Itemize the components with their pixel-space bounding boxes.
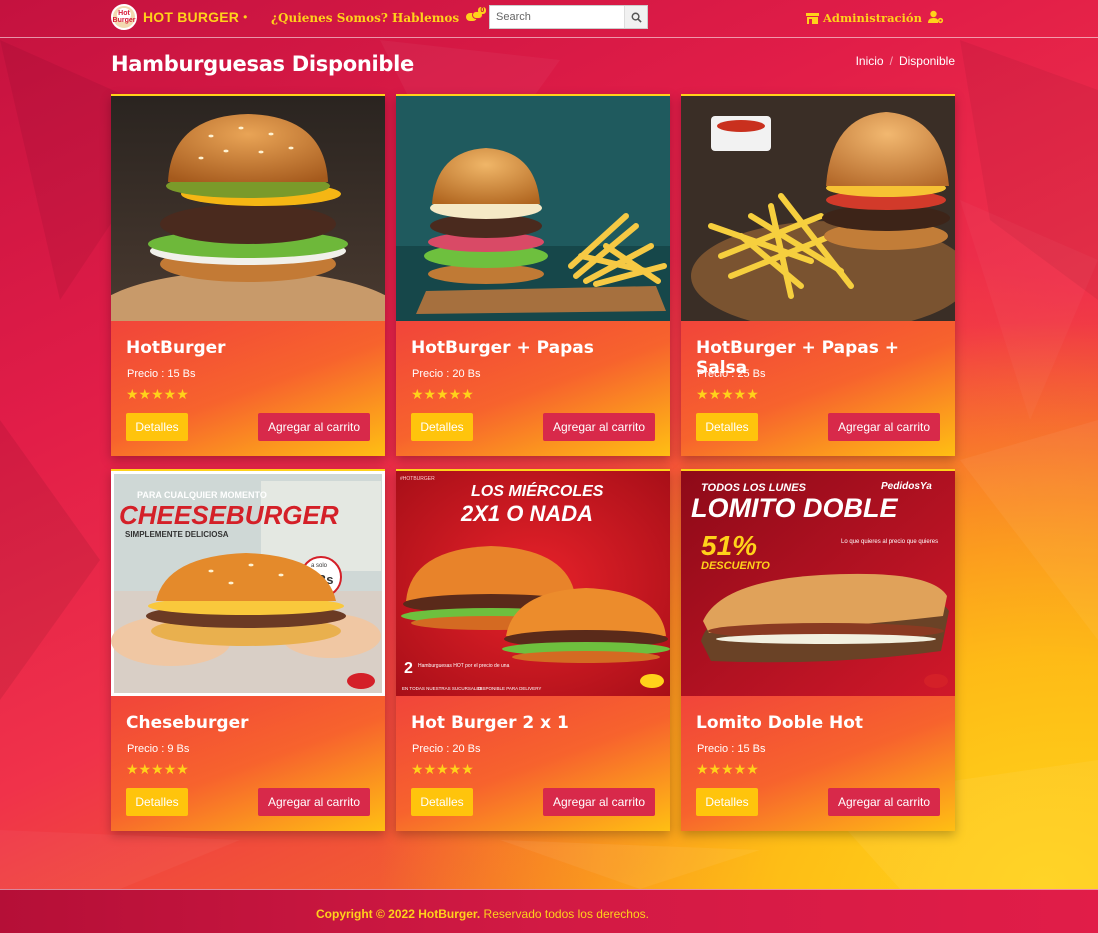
promo-top-text: LOS MIÉRCOLES	[471, 481, 604, 500]
details-button[interactable]: Detalles	[126, 413, 188, 441]
product-image[interactable]	[396, 96, 670, 321]
add-to-cart-button[interactable]: Agregar al carrito	[258, 788, 370, 816]
rights-text: Reservado todos los derechos.	[483, 907, 649, 921]
product-name: Lomito Doble Hot	[696, 713, 864, 733]
breadcrumb-current: Disponible	[898, 54, 955, 68]
chat-icon: 0	[466, 7, 487, 23]
promo-foot-left: EN TODAS NUESTRAS SUCURSALES	[402, 686, 482, 691]
brand-logo: Hot Burger	[111, 4, 137, 30]
promo-percent: 51%	[701, 530, 757, 561]
product-price: Precio : 20 Bs	[412, 368, 481, 380]
chat-badge: 0	[478, 7, 487, 14]
breadcrumb: Inicio / Disponible	[856, 54, 955, 68]
promo-price-small: a solo	[311, 563, 328, 569]
search-form	[489, 5, 648, 29]
brand-dot-icon: •	[243, 10, 248, 24]
product-price: Precio : 15 Bs	[127, 368, 196, 380]
add-to-cart-button[interactable]: Agregar al carrito	[543, 788, 655, 816]
breadcrumb-inicio[interactable]: Inicio	[856, 54, 884, 68]
product-price: Precio : 20 Bs	[412, 743, 481, 755]
product-price: Precio : 25 Bs	[697, 368, 766, 380]
product-card: HotBurger Precio : 15 Bs ★★★★★ Detalles …	[111, 94, 385, 456]
product-image[interactable]: #HOTBURGER LOS MIÉRCOLES 2X1 O NADA 2 Ha…	[396, 471, 670, 696]
product-price: Precio : 9 Bs	[127, 743, 190, 755]
product-name: HotBurger + Papas	[411, 338, 594, 358]
product-card: TODOS LOS LUNES LOMITO DOBLE PedidosYa 5…	[681, 469, 955, 831]
product-image[interactable]: TODOS LOS LUNES LOMITO DOBLE PedidosYa 5…	[681, 471, 955, 696]
add-to-cart-button[interactable]: Agregar al carrito	[543, 413, 655, 441]
star-rating: ★★★★★	[411, 761, 474, 777]
details-button[interactable]: Detalles	[696, 788, 758, 816]
add-to-cart-button[interactable]: Agregar al carrito	[828, 413, 940, 441]
promo-headline: CHEESEBURGER	[119, 500, 339, 530]
add-to-cart-button[interactable]: Agregar al carrito	[258, 413, 370, 441]
add-to-cart-button[interactable]: Agregar al carrito	[828, 788, 940, 816]
details-button[interactable]: Detalles	[126, 788, 188, 816]
star-rating: ★★★★★	[126, 386, 189, 402]
nav-link-hablemos[interactable]: Hablemos 0	[392, 7, 487, 25]
navbar: Hot Burger HOT BURGER • ¿Quienes Somos? …	[0, 0, 1098, 38]
product-name: Hot Burger 2 x 1	[411, 713, 569, 733]
breadcrumb-separator: /	[889, 54, 893, 68]
store-icon	[806, 12, 819, 24]
product-name: HotBurger	[126, 338, 226, 358]
promo-sub-text: SIMPLEMENTE DELICIOSA	[125, 530, 229, 539]
promo-top-text: PARA CUALQUIER MOMENTO	[137, 490, 267, 500]
copyright-text: Copyright © 2022 HotBurger.	[316, 907, 481, 921]
product-image[interactable]: PARA CUALQUIER MOMENTO CHEESEBURGER SIMP…	[111, 471, 385, 696]
star-rating: ★★★★★	[411, 386, 474, 402]
nav-link-hablemos-label: Hablemos	[392, 11, 460, 25]
partner-logo: PedidosYa	[881, 481, 932, 492]
details-button[interactable]: Detalles	[411, 788, 473, 816]
page-title: Hamburguesas Disponible	[111, 52, 414, 76]
search-input[interactable]	[490, 6, 624, 28]
details-button[interactable]: Detalles	[411, 413, 473, 441]
product-card: PARA CUALQUIER MOMENTO CHEESEBURGER SIMP…	[111, 469, 385, 831]
product-name: Cheseburger	[126, 713, 249, 733]
promo-headline: 2X1 O NADA	[460, 501, 593, 526]
product-image[interactable]	[111, 96, 385, 321]
product-card: #HOTBURGER LOS MIÉRCOLES 2X1 O NADA 2 Ha…	[396, 469, 670, 831]
product-image[interactable]	[681, 96, 955, 321]
promo-foot-right: DISPONIBLE PARA DELIVERY	[478, 686, 541, 691]
nav-link-administracion[interactable]: Administración	[806, 11, 922, 25]
promo-count-text: Hamburguesas HOT por el precio de una	[418, 663, 510, 669]
star-rating: ★★★★★	[126, 761, 189, 777]
search-icon	[631, 12, 642, 23]
star-rating: ★★★★★	[696, 761, 759, 777]
footer-text: Copyright © 2022 HotBurger. Reservado to…	[316, 907, 649, 921]
details-button[interactable]: Detalles	[696, 413, 758, 441]
nav-link-quienes-somos[interactable]: ¿Quienes Somos?	[271, 11, 388, 25]
product-card: HotBurger + Papas + Salsa Precio : 25 Bs…	[681, 94, 955, 456]
search-button[interactable]	[624, 6, 647, 28]
brand-name: HOT BURGER	[143, 9, 240, 25]
promo-note: Lo que quieres al precio que quieres	[841, 539, 938, 545]
user-cog-icon[interactable]	[928, 10, 944, 24]
nav-link-administracion-label: Administración	[823, 11, 922, 25]
promo-count: 2	[404, 660, 413, 677]
star-rating: ★★★★★	[696, 386, 759, 402]
brand-link[interactable]: Hot Burger HOT BURGER •	[111, 4, 247, 30]
promo-tag: #HOTBURGER	[400, 476, 435, 482]
footer: Copyright © 2022 HotBurger. Reservado to…	[0, 889, 1098, 933]
product-price: Precio : 15 Bs	[697, 743, 766, 755]
product-card: HotBurger + Papas Precio : 20 Bs ★★★★★ D…	[396, 94, 670, 456]
promo-discount: DESCUENTO	[701, 560, 770, 572]
promo-headline: LOMITO DOBLE	[691, 493, 898, 523]
